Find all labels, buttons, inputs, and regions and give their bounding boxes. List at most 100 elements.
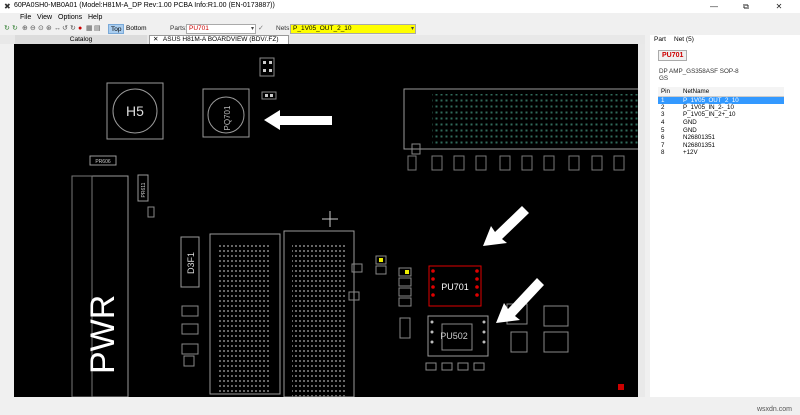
right-panel-tabs: Part Net (5) [650, 35, 800, 44]
table-row[interactable]: 1 P_1V05_OUT_2_10 [658, 96, 784, 104]
net-cell: N26801351 [683, 141, 715, 149]
status-bar [0, 397, 800, 415]
table-row[interactable]: 7 N26801351 [658, 142, 784, 150]
menu-options[interactable]: Options [58, 14, 82, 21]
table-row[interactable]: 8 +12V [658, 149, 784, 157]
arrow-annotation [264, 110, 332, 130]
toolbar: ↻ ↻ ⊕ ⊖ ⊙ ⊛ ↔ ↺ ↻ ● ▦ ▤ Top Bottom Parts… [0, 23, 800, 35]
pin-table: Pin NetName 1 P_1V05_OUT_2_10 2 P_1V05_IN_… [658, 87, 784, 157]
maximize-button[interactable]: ⧉ [732, 0, 760, 13]
window-title: 60PA0SH0-MB0A01 (Model:H81M-A_DP Rev:1.0… [14, 2, 275, 9]
pr611-label: PR611 [141, 182, 147, 197]
column-header-netname[interactable]: NetName [680, 87, 784, 97]
rotate-icon[interactable]: ↻ [70, 25, 77, 32]
check-icon[interactable]: ✓ [258, 25, 265, 32]
parts-value: PU701 [189, 25, 209, 32]
pin-cell: 8 [661, 149, 665, 157]
component-pu701[interactable]: PU701 [428, 265, 482, 307]
refresh-icon[interactable]: ↻ [12, 25, 19, 32]
arrow-annotation [496, 278, 544, 323]
pin-cell: 7 [661, 141, 665, 149]
table-row[interactable]: 4 GND [658, 119, 784, 127]
flip-icon[interactable]: ↔ [54, 25, 61, 32]
close-icon[interactable]: ✕ [153, 36, 158, 43]
board-view[interactable]: H5 PQ701 PR606 PR611 PWR D3F1 PU701 PU50… [14, 44, 645, 397]
crosshair-cursor [322, 211, 338, 227]
pin-cell: 1 [658, 96, 680, 104]
pu502-label: PU502 [440, 331, 468, 341]
nets-value: P_1V05_OUT_2_10 [293, 25, 352, 32]
net-cell: N26801351 [683, 134, 715, 142]
table-row[interactable]: 5 GND [658, 126, 784, 134]
tab-boardview[interactable]: ✕ ASUS H81M-A BOARDVIEW (BDV/.FZ) [149, 35, 289, 44]
bottom-side-button[interactable]: Bottom [124, 24, 149, 34]
net-cell: GND [683, 119, 697, 127]
component-pq701[interactable]: PQ701 [202, 88, 250, 138]
refresh-icon[interactable]: ↻ [4, 25, 11, 32]
top-side-button[interactable]: Top [108, 24, 125, 34]
title-bar: ✖ 60PA0SH0-MB0A01 (Model:H81M-A_DP Rev:1… [0, 0, 800, 13]
mark-icon[interactable]: ● [78, 25, 85, 32]
watermark: wsxdn.com [756, 406, 792, 413]
table-row[interactable]: 3 P_1V05_IN_2+_10 [658, 111, 784, 119]
part-description-line: GS [659, 75, 669, 82]
rotate-icon[interactable]: ↺ [62, 25, 69, 32]
component-pr611[interactable]: PR611 [137, 174, 149, 202]
d3f1-label: D3F1 [186, 252, 196, 274]
arrow-annotation [483, 206, 529, 246]
table-row[interactable]: 6 N26801351 [658, 134, 784, 142]
inductor-pad-right[interactable] [283, 230, 355, 397]
vertical-scrollbar[interactable] [638, 44, 645, 397]
menu-view[interactable]: View [37, 14, 52, 21]
menu-help[interactable]: Help [88, 14, 102, 21]
pu701-label: PU701 [441, 282, 469, 292]
pr606-label: PR606 [95, 159, 111, 165]
net-cell: P_1V05_IN_2+_10 [683, 111, 736, 119]
component-pu502[interactable]: PU502 [427, 315, 489, 357]
zoom-fit-icon[interactable]: ⊙ [38, 25, 45, 32]
pin-cell: 2 [661, 103, 665, 111]
small-component [147, 206, 155, 218]
pq701-label: PQ701 [223, 105, 232, 130]
parts-label: Parts: [170, 25, 187, 32]
tab-boardview-label: ASUS H81M-A BOARDVIEW (BDV/.FZ) [162, 36, 279, 43]
menu-bar: File View Options Help [0, 13, 800, 23]
chevron-down-icon[interactable]: ▾ [411, 25, 414, 33]
grid-icon[interactable]: ▦ [86, 25, 93, 32]
chevron-down-icon[interactable]: ▾ [251, 25, 254, 33]
nets-label: Nets: [276, 25, 292, 32]
catalog-panel-collapsed [0, 44, 14, 397]
component-d3f1[interactable]: D3F1 [180, 236, 200, 288]
pwr-label: PWR [84, 295, 122, 374]
zoom-in-icon[interactable]: ⊕ [22, 25, 29, 32]
tab-catalog[interactable]: Catalog [15, 35, 147, 44]
pin-cell: 5 [661, 126, 665, 134]
close-button[interactable]: ✕ [765, 0, 793, 13]
small-components-top [259, 57, 277, 100]
parts-combobox[interactable]: PU701 ▾ [186, 24, 256, 34]
net-cell: +12V [683, 149, 698, 157]
pin-cell: 3 [661, 111, 665, 119]
layers-icon[interactable]: ▤ [94, 25, 101, 32]
table-row[interactable]: 2 P_1V05_IN_2-_10 [658, 104, 784, 112]
right-panel: Part Net (5) PU701 DP AMP_GS358ASF SOP-8… [650, 35, 800, 397]
net-cell: GND [683, 126, 697, 134]
pin-cell: 6 [661, 134, 665, 142]
connector-top-right[interactable] [403, 88, 645, 171]
document-tab-bar: Catalog ✕ ASUS H81M-A BOARDVIEW (BDV/.FZ… [0, 35, 645, 44]
nets-combobox[interactable]: P_1V05_OUT_2_10 ▾ [290, 24, 416, 34]
inductor-pad-left[interactable] [209, 233, 281, 395]
part-description: DP AMP_GS358ASF SOP-8 GS [659, 68, 791, 82]
net-cell: P_1V05_OUT_2_10 [680, 96, 784, 104]
tab-net[interactable]: Net (5) [674, 35, 694, 44]
tab-part[interactable]: Part [654, 35, 666, 44]
zoom-out-icon[interactable]: ⊖ [30, 25, 37, 32]
column-header-pin[interactable]: Pin [658, 87, 680, 97]
mounting-hole-h5[interactable]: H5 [106, 82, 164, 140]
component-pr606[interactable]: PR606 [89, 155, 117, 166]
part-name-badge: PU701 [658, 50, 688, 61]
connector-pwr[interactable]: PWR [71, 175, 129, 397]
menu-file[interactable]: File [20, 14, 31, 21]
zoom-select-icon[interactable]: ⊛ [46, 25, 53, 32]
minimize-button[interactable]: — [700, 0, 728, 13]
